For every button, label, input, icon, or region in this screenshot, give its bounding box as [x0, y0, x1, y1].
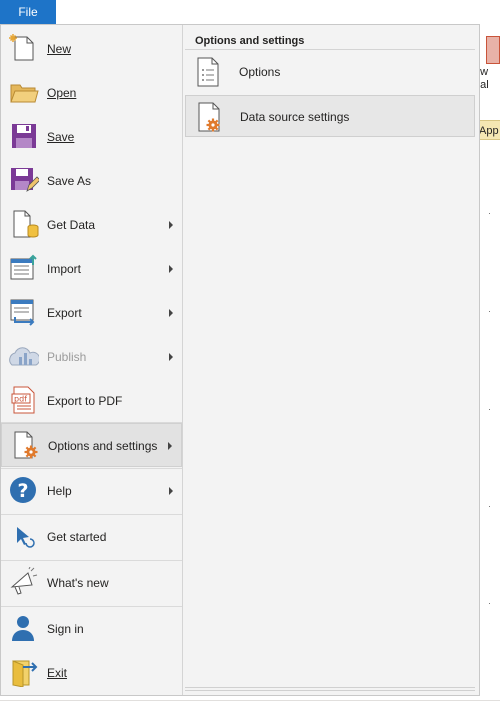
submenu-item-label: Options [239, 65, 281, 79]
menu-item-export-pdf[interactable]: pdf Export to PDF [1, 379, 182, 423]
menu-item-label: Export to PDF [47, 394, 123, 408]
menu-item-label: What's new [47, 576, 109, 590]
save-as-icon [9, 165, 39, 195]
menu-item-open[interactable]: Open [1, 71, 182, 115]
submenu-item-options[interactable]: Options [185, 51, 475, 93]
background-dot [489, 311, 490, 312]
menu-item-sign-in[interactable]: Sign in [1, 607, 182, 651]
exit-door-icon [9, 657, 39, 687]
background-dot [489, 603, 490, 604]
menu-item-label: Open [47, 86, 77, 100]
submenu-item-data-source-settings[interactable]: Data source settings [185, 95, 475, 137]
help-question-icon: ? [9, 475, 39, 505]
menu-item-label: Export [47, 306, 82, 320]
submenu-bottom-divider [185, 690, 475, 691]
get-started-cursor-icon [9, 521, 39, 551]
menu-item-label: Publish [47, 350, 87, 364]
file-backstage-menu: New Open Save Save As Get Data Import Ex… [0, 24, 480, 696]
submenu-bottom-divider [185, 687, 475, 688]
menu-item-import[interactable]: Import [1, 247, 182, 291]
menu-item-label: Import [47, 262, 82, 276]
submenu-arrow-icon [169, 487, 173, 495]
megaphone-icon [9, 567, 39, 597]
menu-item-export[interactable]: Export [1, 291, 182, 335]
menu-item-label: Options and settings [48, 439, 158, 453]
publish-icon [9, 341, 39, 371]
file-tab[interactable]: File [0, 0, 56, 24]
menu-item-label: Save As [47, 174, 92, 188]
svg-text:pdf: pdf [14, 395, 27, 404]
submenu-title: Options and settings [195, 35, 305, 47]
new-document-icon [9, 33, 39, 63]
pdf-file-icon: pdf [9, 385, 39, 415]
get-data-icon [9, 209, 39, 239]
menu-item-label: New [47, 42, 72, 56]
submenu-arrow-icon [169, 265, 173, 273]
background-ribbon-icon [486, 36, 500, 64]
menu-item-label: Sign in [47, 622, 84, 636]
submenu-item-label: Data source settings [240, 110, 350, 124]
menu-item-save[interactable]: Save [1, 115, 182, 159]
import-icon [9, 253, 39, 283]
save-disk-icon [9, 121, 39, 151]
submenu-arrow-icon [169, 353, 173, 361]
menu-item-options-and-settings[interactable]: Options and settings [1, 423, 182, 467]
menu-item-label: Save [47, 130, 75, 144]
svg-text:?: ? [18, 480, 29, 502]
open-folder-icon [9, 77, 39, 107]
background-status-area [0, 700, 500, 718]
file-menu-list: New Open Save Save As Get Data Import Ex… [1, 25, 183, 695]
background-dot [489, 409, 490, 410]
background-dot [489, 506, 490, 507]
menu-item-whats-new[interactable]: What's new [1, 561, 182, 605]
menu-item-label: Exit [47, 666, 68, 680]
menu-item-help[interactable]: ? Help [1, 469, 182, 513]
user-account-icon [9, 613, 39, 643]
data-source-settings-icon [195, 101, 225, 133]
options-settings-icon [10, 430, 40, 460]
background-dot [489, 213, 490, 214]
menu-item-get-started[interactable]: Get started [1, 515, 182, 559]
submenu-arrow-icon [169, 221, 173, 229]
menu-item-exit[interactable]: Exit [1, 651, 182, 695]
menu-item-label: Get Data [47, 218, 96, 232]
export-icon [9, 297, 39, 327]
options-document-icon [194, 56, 224, 88]
menu-item-publish[interactable]: Publish [1, 335, 182, 379]
menu-item-get-data[interactable]: Get Data [1, 203, 182, 247]
menu-item-label: Help [47, 484, 72, 498]
submenu-arrow-icon [168, 442, 172, 450]
menu-item-save-as[interactable]: Save As [1, 159, 182, 203]
options-submenu-panel: Options and settings Options Data source… [183, 25, 479, 695]
menu-item-new[interactable]: New [1, 27, 182, 71]
submenu-title-divider [185, 49, 475, 50]
submenu-arrow-icon [169, 309, 173, 317]
menu-item-label: Get started [47, 530, 107, 544]
